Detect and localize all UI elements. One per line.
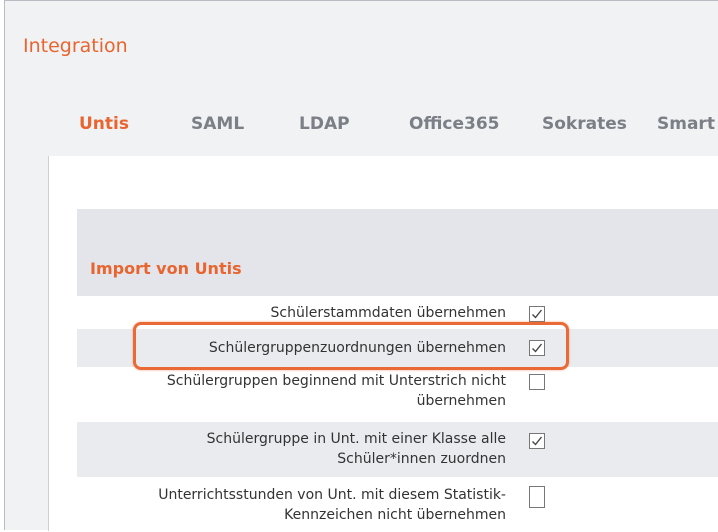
checkmark-icon [532,436,543,446]
setting-label: Unterrichtsstunden von Unt. mit diesem S… [76,485,506,525]
setting-row-klasse-alle: Schülergruppe in Unt. mit einer Klasse a… [77,422,718,477]
setting-label-line2: Kennzeichen nicht übernehmen [284,507,506,523]
checkbox-unterstrich[interactable] [529,374,545,390]
setting-label-line1: Schülergruppen beginnend mit Unterstrich… [166,373,506,389]
section-header: Import von Untis [77,209,718,296]
tab-saml[interactable]: SAML [191,114,244,134]
setting-label: Schülerstammdaten übernehmen [270,305,506,321]
highlight-annotation [133,322,569,370]
integration-panel: Integration Untis SAML LDAP Office365 So… [4,0,718,532]
setting-label-line2: Schüler*innen zuordnen [337,451,506,467]
checkbox-schuelerstammdaten[interactable] [529,306,545,322]
tab-sokrates[interactable]: Sokrates [542,114,627,134]
setting-label-line1: Unterrichtsstunden von Unt. mit diesem S… [158,487,506,503]
integration-tabs: Untis SAML LDAP Office365 Sokrates Smart [5,114,718,136]
checkbox-klasse-alle[interactable] [529,433,545,449]
tab-smart[interactable]: Smart [657,114,715,134]
setting-row-unterstrich: Schülergruppen beginnend mit Unterstrich… [77,367,718,422]
setting-label-line1: Schülergruppe in Unt. mit einer Klasse a… [206,431,506,447]
setting-label-line2: übernehmen [416,393,506,409]
tab-untis[interactable]: Untis [79,114,129,134]
checkmark-icon [532,309,543,319]
setting-label: Schülergruppen beginnend mit Unterstrich… [76,371,506,411]
tab-office365[interactable]: Office365 [409,114,500,134]
setting-row-statistik: Unterrichtsstunden von Unt. mit diesem S… [77,477,718,532]
page-title: Integration [23,35,128,57]
section-title: Import von Untis [90,259,242,278]
checkbox-statistik[interactable] [529,486,545,508]
tab-ldap[interactable]: LDAP [299,114,350,134]
setting-label: Schülergruppe in Unt. mit einer Klasse a… [76,429,506,469]
